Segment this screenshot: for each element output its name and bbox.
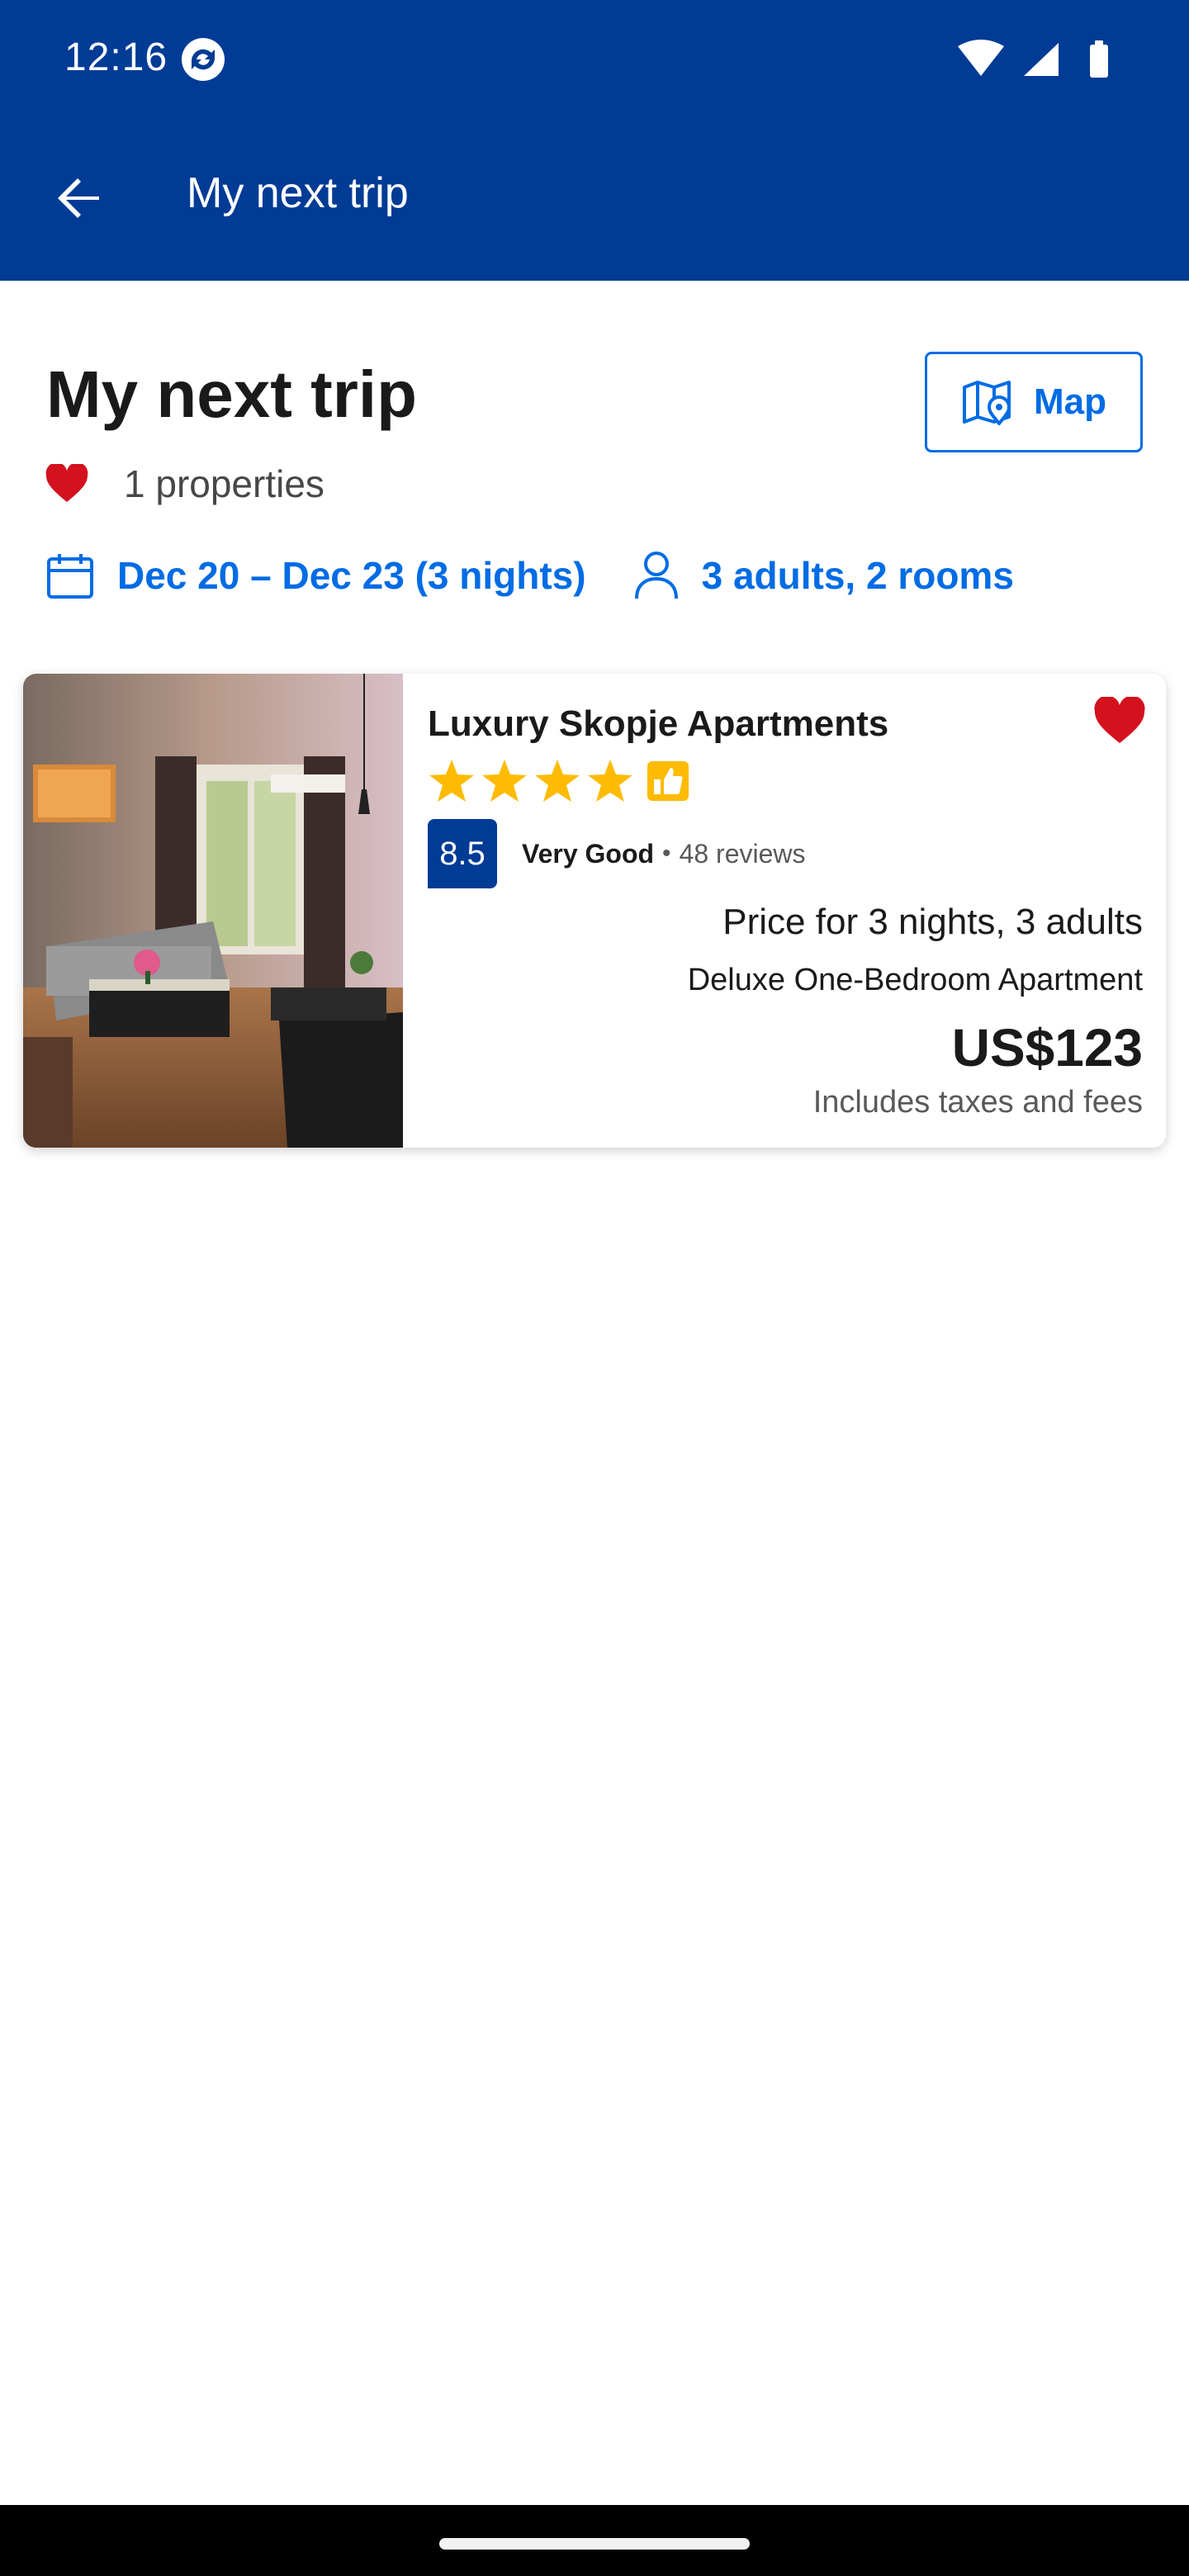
guests-label: 3 adults, 2 rooms — [701, 554, 1014, 597]
page-title: My next trip — [46, 358, 417, 431]
cellular-signal-icon — [1024, 43, 1059, 76]
map-button[interactable]: Map — [925, 352, 1143, 452]
system-nav-bar — [0, 2505, 1189, 2576]
map-button-label: Map — [1034, 381, 1106, 422]
dates-filter[interactable]: Dec 20 – Dec 23 (3 nights) — [46, 552, 586, 599]
price: US$123 — [951, 1018, 1143, 1077]
property-details: Luxury Skopje Apartments 8.5 Very Good •… — [403, 674, 1166, 1148]
review-score-row: 8.5 Very Good • 48 reviews — [428, 819, 806, 888]
back-button[interactable] — [40, 159, 119, 238]
guests-filter[interactable]: 3 adults, 2 rooms — [634, 551, 1014, 600]
review-score-label: Very Good — [522, 838, 655, 869]
status-bar: 12:16 — [0, 0, 1189, 116]
calendar-icon — [47, 554, 93, 599]
taxes-note: Includes taxes and fees — [812, 1085, 1143, 1120]
person-icon — [634, 552, 678, 599]
sync-icon — [182, 38, 225, 81]
app-bar: My next trip — [0, 116, 1189, 281]
heart-filled-icon[interactable] — [1093, 697, 1146, 746]
star-icon — [535, 760, 580, 802]
separator-dot: • — [662, 840, 671, 867]
property-photo[interactable] — [23, 674, 403, 1148]
status-icons — [958, 40, 1139, 79]
dates-label: Dec 20 – Dec 23 (3 nights) — [117, 554, 586, 597]
star-rating — [428, 758, 690, 804]
home-gesture-handle[interactable] — [439, 2538, 750, 2550]
battery-icon — [1090, 40, 1108, 78]
star-icon — [429, 760, 474, 802]
trip-filters: Dec 20 – Dec 23 (3 nights) 3 adults, 2 r… — [46, 545, 1014, 606]
thumbs-up-icon — [647, 761, 689, 801]
status-time: 12:16 — [64, 36, 168, 79]
arrow-left-icon — [58, 178, 99, 218]
app-bar-title: My next trip — [187, 169, 409, 217]
saved-summary: 1 properties — [45, 459, 324, 509]
map-pin-icon — [963, 381, 1011, 425]
saved-count: 1 properties — [124, 462, 324, 505]
property-card[interactable]: Luxury Skopje Apartments 8.5 Very Good •… — [23, 674, 1166, 1148]
star-icon — [482, 760, 527, 802]
review-score-badge: 8.5 — [428, 819, 497, 888]
heart-filled-icon — [45, 464, 88, 502]
price-for-label: Price for 3 nights, 3 adults — [722, 902, 1143, 942]
review-count: 48 reviews — [679, 838, 806, 869]
room-type: Deluxe One-Bedroom Apartment — [687, 963, 1143, 997]
property-name[interactable]: Luxury Skopje Apartments — [428, 703, 888, 745]
star-icon — [588, 760, 632, 802]
wifi-icon — [958, 40, 1004, 76]
